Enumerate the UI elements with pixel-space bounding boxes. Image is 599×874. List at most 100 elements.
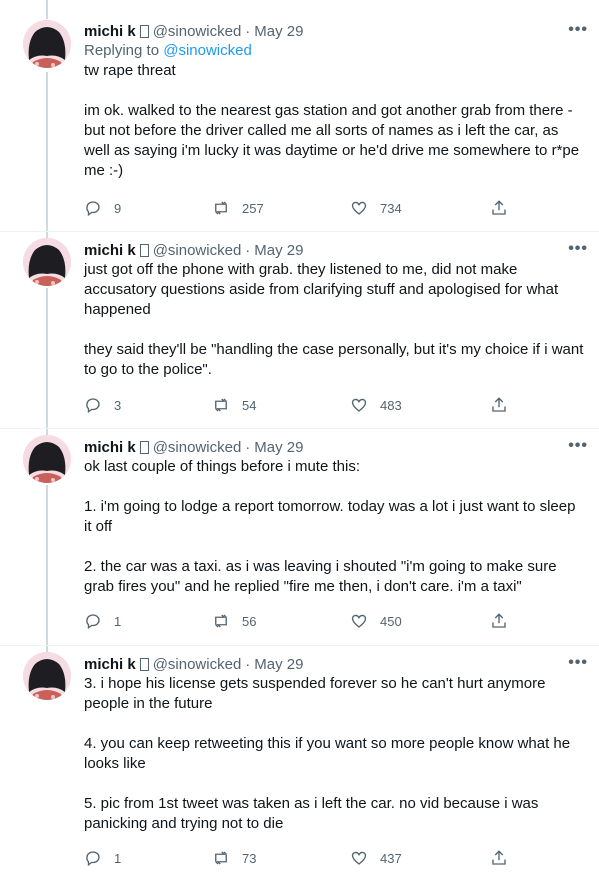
more-options-icon[interactable]: ••• — [568, 654, 588, 672]
tweet[interactable]: michi k @sinowicked · May 29 ok last cou… — [0, 429, 599, 646]
tweet-text: tw rape threat im ok. walked to the near… — [84, 61, 585, 181]
retweet-icon — [215, 851, 227, 865]
unknown-glyph-icon — [139, 243, 149, 257]
tweet[interactable]: michi k @sinowicked · May 29 just got of… — [0, 232, 599, 429]
retweet-icon — [215, 398, 227, 412]
tweet-actions: 9 257 734 — [84, 198, 524, 218]
reply-button[interactable]: 1 — [84, 611, 121, 631]
unknown-glyph-icon — [139, 657, 149, 671]
replying-to-link[interactable]: @sinowicked — [163, 42, 252, 59]
separator: · — [245, 438, 251, 456]
separator: · — [245, 655, 251, 673]
display-name[interactable]: michi k — [84, 439, 136, 456]
share-button[interactable] — [490, 848, 508, 868]
retweet-button[interactable]: 257 — [212, 198, 264, 218]
like-count: 483 — [380, 397, 402, 413]
avatar-image — [23, 238, 71, 286]
retweet-button[interactable]: 54 — [212, 395, 256, 415]
share-button[interactable] — [490, 395, 508, 415]
share-icon — [492, 850, 506, 865]
tweet-paragraph: im ok. walked to the nearest gas station… — [84, 102, 580, 179]
more-options-icon[interactable]: ••• — [568, 437, 588, 455]
reply-icon — [86, 201, 100, 217]
tweet-actions: 1 73 437 — [84, 848, 524, 868]
like-count: 450 — [380, 613, 402, 629]
avatar[interactable] — [23, 435, 71, 483]
retweet-button[interactable]: 73 — [212, 848, 256, 868]
tweet-text: ok last couple of things before i mute t… — [84, 457, 585, 597]
like-button[interactable]: 437 — [350, 848, 402, 868]
more-options-icon[interactable]: ••• — [568, 240, 588, 258]
unknown-glyph-icon — [139, 24, 149, 38]
reply-button[interactable]: 3 — [84, 395, 121, 415]
avatar[interactable] — [23, 652, 71, 700]
tweet-paragraph: 1. i'm going to lodge a report tomorrow.… — [84, 498, 576, 535]
tweet-date[interactable]: May 29 — [254, 656, 303, 673]
tweet[interactable]: michi k @sinowicked · May 29 3. i hope h… — [0, 646, 599, 874]
tweet-paragraph: just got off the phone with grab. they l… — [84, 261, 559, 318]
unknown-glyph-icon — [139, 440, 149, 454]
like-button[interactable]: 734 — [350, 198, 402, 218]
reply-icon — [86, 851, 100, 867]
reply-count: 1 — [114, 850, 122, 866]
tweet-date[interactable]: May 29 — [254, 23, 303, 40]
user-handle[interactable]: @sinowicked — [153, 656, 242, 673]
separator: · — [245, 22, 251, 40]
tweet-paragraph: 3. i hope his license gets suspended for… — [84, 675, 546, 712]
like-count: 437 — [380, 850, 402, 866]
retweet-count: 54 — [242, 397, 257, 413]
tweet-text: 3. i hope his license gets suspended for… — [84, 674, 585, 834]
tweet-paragraph: ok last couple of things before i mute t… — [84, 458, 360, 475]
more-options-icon[interactable]: ••• — [568, 21, 588, 39]
tweet[interactable]: michi k @sinowicked · May 29 Replying to… — [0, 0, 599, 232]
retweet-icon — [215, 614, 227, 628]
avatar[interactable] — [23, 238, 71, 286]
avatar-image — [23, 435, 71, 483]
display-name[interactable]: michi k — [84, 23, 136, 40]
tweet-date[interactable]: May 29 — [254, 242, 303, 259]
avatar-image — [23, 652, 71, 700]
heart-icon — [351, 201, 367, 215]
reply-count: 3 — [114, 397, 122, 413]
reply-icon — [86, 614, 100, 630]
share-icon — [492, 613, 506, 628]
reply-count: 9 — [114, 200, 122, 216]
display-name[interactable]: michi k — [84, 656, 136, 673]
tweet-paragraph: 5. pic from 1st tweet was taken as i lef… — [84, 795, 539, 832]
user-handle[interactable]: @sinowicked — [153, 23, 242, 40]
reply-button[interactable]: 9 — [84, 198, 121, 218]
retweet-icon — [215, 201, 227, 215]
like-button[interactable]: 450 — [350, 611, 402, 631]
tweet-paragraph: they said they'll be "handling the case … — [84, 341, 584, 378]
replying-to-label: Replying to — [84, 42, 160, 59]
tweet-text: just got off the phone with grab. they l… — [84, 260, 585, 380]
retweet-count: 73 — [242, 850, 257, 866]
like-button[interactable]: 483 — [350, 395, 402, 415]
display-name[interactable]: michi k — [84, 242, 136, 259]
share-button[interactable] — [490, 198, 508, 218]
tweet-thread: michi k @sinowicked · May 29 Replying to… — [0, 0, 599, 874]
reply-icon — [86, 398, 100, 414]
tweet-date[interactable]: May 29 — [254, 439, 303, 456]
heart-icon — [351, 398, 367, 412]
reply-count: 1 — [114, 613, 122, 629]
retweet-count: 257 — [242, 200, 264, 216]
separator: · — [245, 241, 251, 259]
user-handle[interactable]: @sinowicked — [153, 439, 242, 456]
tweet-paragraph: tw rape threat — [84, 62, 176, 79]
share-icon — [492, 200, 506, 215]
tweet-actions: 3 54 483 — [84, 395, 524, 415]
tweet-paragraph: 2. the car was a taxi. as i was leaving … — [84, 558, 557, 595]
tweet-header: michi k @sinowicked · May 29 — [84, 437, 585, 457]
share-button[interactable] — [490, 611, 508, 631]
user-handle[interactable]: @sinowicked — [153, 242, 242, 259]
retweet-count: 56 — [242, 613, 257, 629]
avatar[interactable] — [23, 20, 71, 68]
reply-button[interactable]: 1 — [84, 848, 121, 868]
like-count: 734 — [380, 200, 402, 216]
share-icon — [492, 397, 506, 412]
retweet-button[interactable]: 56 — [212, 611, 256, 631]
tweet-actions: 1 56 450 — [84, 611, 524, 631]
avatar-image — [23, 20, 71, 68]
heart-icon — [351, 851, 367, 865]
